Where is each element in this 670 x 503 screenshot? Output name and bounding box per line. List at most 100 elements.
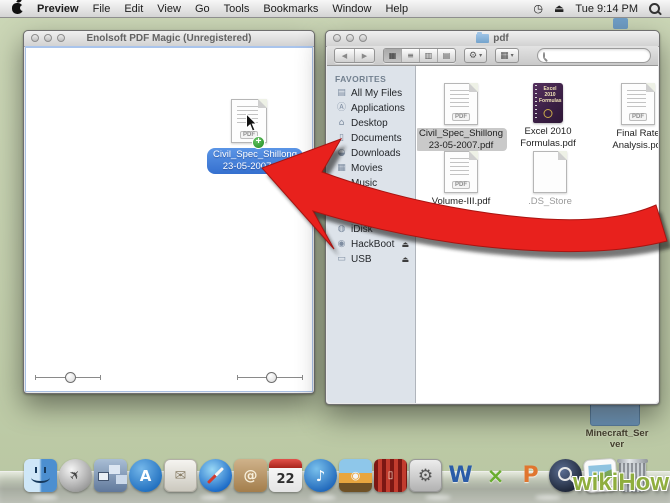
zoom-button[interactable] [57, 34, 65, 42]
sidebar-item-all-my-files[interactable]: ▤All My Files [327, 86, 415, 101]
iphoto-icon[interactable]: ◉ [339, 459, 372, 492]
column-view-button[interactable]: ▥ [420, 49, 438, 62]
book-file-icon: Excel 2010 Formulas [533, 83, 563, 123]
favorites-header: FAVORITES [327, 70, 415, 86]
sidebar-item-documents[interactable]: ▯Documents [327, 131, 415, 146]
folder-icon [476, 34, 489, 43]
file-label: .DS_Store [528, 196, 572, 207]
powerpoint-icon[interactable]: P [514, 459, 547, 492]
sidebar-item-idisk[interactable]: ◍iDisk [327, 222, 415, 237]
forward-button[interactable]: ▶ [355, 49, 374, 62]
menu-tools[interactable]: Tools [224, 3, 250, 15]
menu-file[interactable]: File [93, 3, 111, 15]
documents-icon: ▯ [336, 132, 347, 145]
eject-icon[interactable]: ⏏ [401, 238, 415, 251]
launchpad-icon[interactable]: ✈ [59, 459, 92, 492]
itunes-icon[interactable]: ♪ [304, 459, 337, 492]
menu-help[interactable]: Help [385, 3, 408, 15]
arrange-menu-button[interactable]: ▦ ▾ [495, 48, 519, 63]
eject-icon[interactable]: ⏏ [401, 253, 415, 266]
minecraft-server-icon[interactable] [590, 402, 640, 426]
coverflow-view-button[interactable]: ▤ [438, 49, 455, 62]
pdf-magic-title: Enolsoft PDF Magic (Unregistered) [86, 33, 251, 44]
finder-sidebar: FAVORITES ▤All My Files ⒶApplications ⌂D… [327, 66, 416, 403]
dock: ✈ A ✉ @ 22 ♪ ◉ ▯ ⚙ W × P [0, 447, 670, 503]
sidebar-item-music[interactable]: ♪Music [327, 176, 415, 191]
mission-control-icon[interactable] [94, 459, 127, 492]
back-button[interactable]: ◀ [335, 49, 355, 62]
right-slider[interactable] [237, 372, 303, 384]
right-slider-knob[interactable] [266, 372, 277, 383]
sidebar-item-desktop[interactable]: ⌂Desktop [327, 116, 415, 131]
music-icon: ♪ [336, 177, 347, 190]
sidebar-item-hackboot[interactable]: ◉HackBoot⏏ [327, 237, 415, 252]
pdf-file-icon: PDF [444, 83, 478, 125]
downloads-icon: ◒ [336, 147, 347, 160]
file-label: Volume-III.pdf [432, 196, 491, 207]
pdf-file-icon: PDF [444, 151, 478, 193]
system-preferences-icon[interactable]: ⚙ [409, 459, 442, 492]
pdf-magic-content[interactable]: PDF + Civil_Spec_Shillong 23-05-2007.pdf [25, 46, 313, 392]
zoom-button[interactable] [359, 34, 367, 42]
file-volume-iii[interactable]: PDF Volume-III.pdf [417, 151, 507, 208]
file-final-rate[interactable]: PDF Final Rate Analysis.pdf [592, 83, 658, 151]
green-office-icon[interactable]: × [479, 459, 512, 492]
finder-file-grid: PDF Civil_Spec_Shillong 23-05-2007.pdf E… [417, 66, 658, 403]
finder-icon[interactable] [24, 459, 57, 492]
file-civil-spec[interactable]: PDF Civil_Spec_Shillong 23-05-2007.pdf [417, 83, 507, 151]
finder-toolbar: ◀ ▶ ▦ ≡ ▥ ▤ ⚙ ▾ ▦ ▾ [327, 46, 658, 66]
calendar-icon[interactable]: 22 [269, 459, 302, 492]
sidebar-item-movies[interactable]: ▦Movies [327, 161, 415, 176]
gear-icon: ⚙ [469, 51, 477, 61]
left-slider-knob[interactable] [65, 372, 76, 383]
pdf-magic-titlebar: Enolsoft PDF Magic (Unregistered) [24, 31, 314, 47]
search-field[interactable] [537, 48, 651, 63]
sidebar-item-downloads[interactable]: ◒Downloads [327, 146, 415, 161]
left-slider[interactable] [35, 372, 101, 384]
spotlight-icon[interactable] [649, 3, 660, 14]
finder-titlebar: pdf [326, 31, 659, 47]
pdf-magic-window: Enolsoft PDF Magic (Unregistered) PDF + … [23, 30, 315, 394]
action-menu-button[interactable]: ⚙ ▾ [464, 48, 487, 63]
file-excel-formulas[interactable]: Excel 2010 Formulas Excel 2010 Formulas.… [502, 83, 594, 149]
sidebar-item-pictures[interactable]: ▨Pictures [327, 191, 415, 206]
file-label: Civil_Spec_Shillong 23-05-2007.pdf [417, 128, 507, 151]
sidebar-item-applications[interactable]: ⒶApplications [327, 101, 415, 116]
search-icon [543, 52, 545, 59]
safari-icon[interactable] [199, 459, 232, 492]
finder-window: pdf ◀ ▶ ▦ ≡ ▥ ▤ ⚙ ▾ ▦ ▾ [325, 30, 660, 405]
app-store-icon[interactable]: A [129, 459, 162, 492]
menu-bar: Preview File Edit View Go Tools Bookmark… [0, 0, 670, 18]
arrange-icon: ▦ [500, 51, 509, 61]
menu-go[interactable]: Go [195, 3, 210, 15]
idisk-icon: ◍ [336, 223, 347, 236]
photo-booth-icon[interactable]: ▯ [374, 459, 407, 492]
apple-menu-icon[interactable] [12, 3, 23, 14]
menu-edit[interactable]: Edit [124, 3, 143, 15]
close-button[interactable] [333, 34, 341, 42]
menu-bookmarks[interactable]: Bookmarks [263, 3, 318, 15]
sidebar-item-usb[interactable]: ▭USB⏏ [327, 252, 415, 267]
mail-icon[interactable]: ✉ [164, 459, 197, 492]
desktop-folder-peek[interactable] [613, 18, 628, 29]
menu-view[interactable]: View [157, 3, 181, 15]
search-input[interactable] [548, 50, 665, 61]
all-my-files-icon: ▤ [336, 87, 347, 100]
word-icon[interactable]: W [444, 459, 477, 492]
close-button[interactable] [31, 34, 39, 42]
pictures-icon: ▨ [336, 192, 347, 205]
movies-icon: ▦ [336, 162, 347, 175]
menu-window[interactable]: Window [332, 3, 371, 15]
devices-header: DEVICES [327, 206, 415, 222]
file-ds-store[interactable]: .DS_Store [504, 151, 596, 208]
menu-clock-text[interactable]: Tue 9:14 PM [575, 3, 638, 15]
desktop-icon: ⌂ [336, 117, 347, 130]
clock-icon[interactable]: ◷ [533, 2, 543, 15]
minimize-button[interactable] [44, 34, 52, 42]
list-view-button[interactable]: ≡ [402, 49, 420, 62]
minimize-button[interactable] [346, 34, 354, 42]
eject-icon[interactable]: ⏏ [554, 2, 564, 15]
icon-view-button[interactable]: ▦ [384, 49, 402, 62]
contacts-icon[interactable]: @ [234, 459, 267, 492]
menu-app[interactable]: Preview [37, 3, 79, 15]
